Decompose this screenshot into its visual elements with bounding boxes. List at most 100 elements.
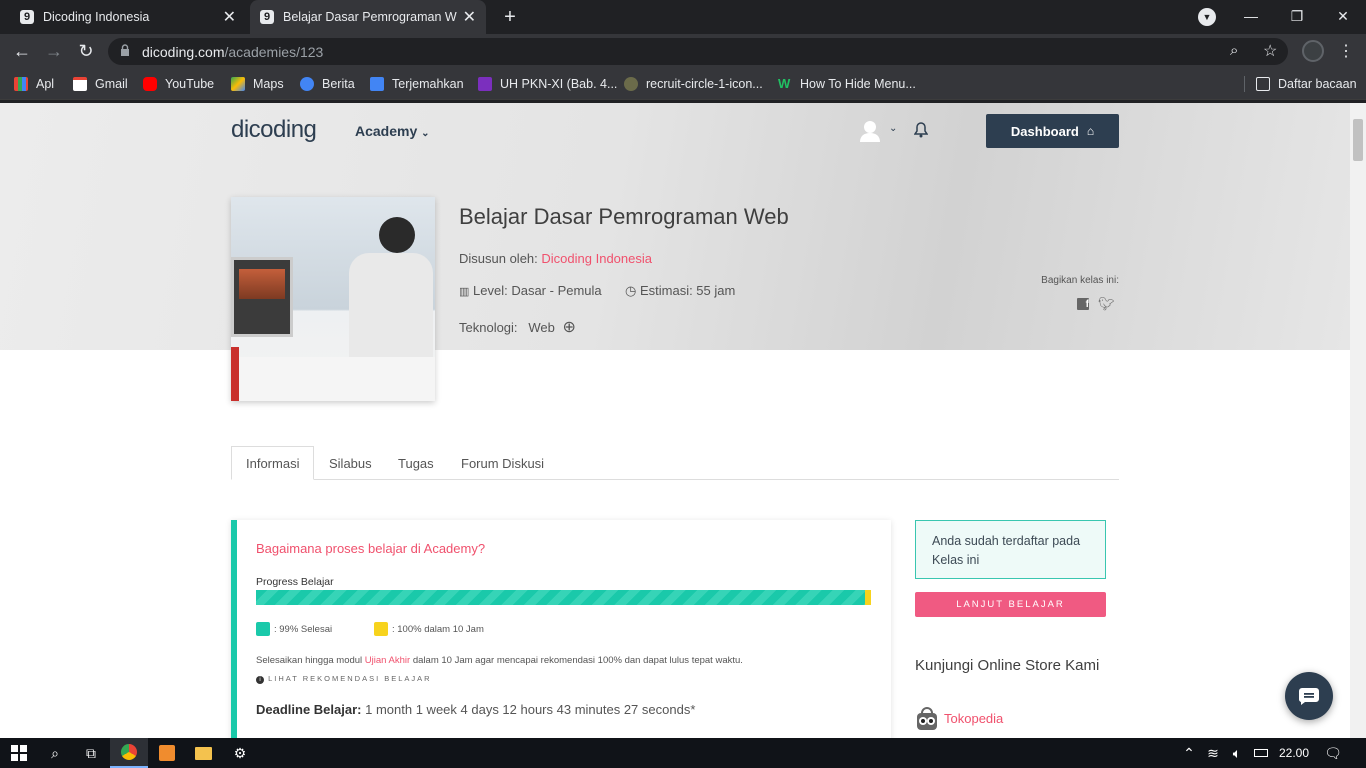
tab-silabus[interactable]: Silabus	[315, 446, 386, 480]
bookmark-star-icon[interactable]: ☆	[1263, 41, 1277, 61]
share-label: Bagikan kelas ini:	[1041, 275, 1119, 286]
battery-icon[interactable]	[1248, 738, 1274, 768]
recruit-icon	[624, 77, 638, 91]
globe-icon: ⊕	[562, 319, 576, 336]
file-explorer-icon[interactable]	[184, 738, 222, 768]
browser-tab-active[interactable]: 9 Belajar Dasar Pemrograman Web ✕	[250, 0, 486, 34]
person-head-illustration	[379, 217, 415, 253]
tab-title: Belajar Dasar Pemrograman Web	[283, 10, 457, 24]
legend-done-swatch	[256, 622, 270, 636]
new-tab-button[interactable]: +	[497, 4, 523, 30]
windows-start-icon[interactable]	[0, 738, 38, 768]
reading-list[interactable]: Daftar bacaan	[1256, 68, 1357, 100]
restore-button[interactable]: ❐	[1274, 0, 1320, 32]
url-path: /academies/123	[224, 43, 324, 60]
bookmark-maps[interactable]: Maps	[231, 68, 284, 100]
bookmark-divider	[1244, 76, 1245, 92]
youtube-icon	[143, 77, 157, 91]
course-title: Belajar Dasar Pemrograman Web	[459, 204, 789, 229]
zoom-icon[interactable]: ⌕	[1230, 42, 1238, 59]
chevron-down-icon[interactable]: ⌄	[889, 123, 897, 134]
bookmark-terjemahkan[interactable]: Terjemahkan	[370, 68, 464, 100]
chat-icon	[1299, 687, 1319, 705]
tab-tugas[interactable]: Tugas	[384, 446, 448, 480]
tokopedia-link[interactable]: Tokopedia	[944, 711, 1003, 726]
browser-toolbar: ← → ↻ dicoding.com/academies/123 ⌕ ☆ ⋮	[0, 34, 1366, 68]
forward-arrow-icon[interactable]: →	[38, 34, 70, 68]
course-tabs: Informasi Silabus Tugas Forum Diskusi	[231, 446, 1119, 480]
scrollbar-thumb[interactable]	[1353, 119, 1363, 161]
url-domain: dicoding.com	[142, 43, 225, 60]
academy-menu[interactable]: Academy ⌄	[355, 123, 430, 139]
home-icon: ⌂	[1086, 124, 1095, 138]
profile-avatar[interactable]	[1302, 40, 1324, 62]
bell-icon[interactable]	[913, 122, 929, 138]
maps-icon	[231, 77, 245, 91]
author-link[interactable]: Dicoding Indonesia	[541, 251, 652, 266]
bar-chart-icon: ▥	[459, 286, 470, 298]
lock-icon	[120, 44, 130, 57]
recommendation-link[interactable]: i LIHAT REKOMENDASI BELAJAR	[256, 674, 432, 684]
tab-search-icon[interactable]: ▼	[1198, 8, 1216, 26]
windows-taskbar: ⌕ ⧉ ⚙ ⌃ ≋ 🔈︎ 22.00 🗨︎	[0, 738, 1366, 768]
web-page: dicoding Academy ⌄ ⌄ Dashboard ⌂ Belajar …	[0, 103, 1350, 738]
browser-tab-strip: 9 Dicoding Indonesia ✕ 9 Belajar Dasar P…	[0, 0, 1366, 34]
translate-icon	[370, 77, 384, 91]
course-technology: Teknologi: Web ⊕	[459, 319, 576, 336]
minimize-button[interactable]: —	[1228, 0, 1274, 32]
tab-informasi[interactable]: Informasi	[231, 446, 315, 480]
bookmark-hide-menu[interactable]: W How To Hide Menu...	[778, 68, 916, 100]
bookmark-gmail[interactable]: Gmail	[73, 68, 128, 100]
deadline: Deadline Belajar: 1 month 1 week 4 days …	[256, 702, 696, 717]
course-thumbnail	[231, 197, 435, 401]
chevron-down-icon: ⌄	[421, 128, 430, 139]
sublime-text-icon[interactable]	[148, 738, 186, 768]
close-window-button[interactable]: ✕	[1320, 0, 1366, 32]
close-tab-icon[interactable]: ✕	[463, 7, 476, 27]
news-icon	[300, 77, 314, 91]
progress-fill	[256, 590, 865, 605]
user-avatar[interactable]	[860, 120, 880, 142]
progress-bar	[256, 590, 871, 605]
reload-icon[interactable]: ↻	[70, 34, 102, 68]
legend-target-swatch	[374, 622, 388, 636]
browser-tab-dicoding[interactable]: 9 Dicoding Indonesia ✕	[10, 0, 246, 34]
w-logo-icon: W	[778, 76, 791, 91]
search-icon[interactable]: ⌕	[36, 738, 74, 768]
task-view-icon[interactable]: ⧉	[72, 738, 110, 768]
bookmark-recruit[interactable]: recruit-circle-1-icon...	[624, 68, 763, 100]
bookmarks-bar: Apl Gmail YouTube Maps Berita Terjemahka…	[0, 68, 1366, 100]
bookmark-uh-pkn[interactable]: UH PKN-XI (Bab. 4...	[478, 68, 617, 100]
address-bar[interactable]: dicoding.com/academies/123 ⌕ ☆	[108, 38, 1324, 65]
apps-grid-icon	[14, 77, 28, 91]
continue-learning-button[interactable]: LANJUT BELAJAR	[915, 592, 1106, 617]
info-icon: i	[256, 676, 264, 684]
volume-icon[interactable]: 🔈︎	[1223, 738, 1251, 768]
chat-bubble-button[interactable]	[1285, 672, 1333, 720]
tab-forum-diskusi[interactable]: Forum Diskusi	[447, 446, 558, 480]
legend-target: : 100% dalam 10 Jam	[392, 624, 484, 635]
legend-done: : 99% Selesai	[274, 624, 333, 635]
chrome-taskbar-icon[interactable]	[110, 738, 148, 768]
clock[interactable]: 22.00	[1274, 738, 1314, 768]
bookmark-apps[interactable]: Apl	[14, 68, 54, 100]
bookmark-youtube[interactable]: YouTube	[143, 68, 214, 100]
learning-note: Selesaikan hingga modul Ujian Akhir dala…	[256, 655, 743, 666]
gmail-icon	[73, 77, 87, 91]
dicoding-logo[interactable]: dicoding	[231, 116, 317, 144]
twitter-icon[interactable]: 🐦︎	[1098, 296, 1115, 312]
close-tab-icon[interactable]: ✕	[223, 7, 236, 27]
dashboard-button[interactable]: Dashboard ⌂	[986, 114, 1119, 148]
enrolled-notice: Anda sudah terdaftar pada Kelas ini	[915, 520, 1106, 579]
ujian-akhir-link[interactable]: Ujian Akhir	[365, 655, 410, 666]
page-scrollbar[interactable]	[1350, 103, 1366, 738]
menu-dots-icon[interactable]: ⋮	[1338, 41, 1354, 61]
settings-gear-icon[interactable]: ⚙	[221, 738, 259, 768]
back-arrow-icon[interactable]: ←	[6, 34, 38, 68]
tab-title: Dicoding Indonesia	[43, 10, 150, 24]
course-author: Disusun oleh: Dicoding Indonesia	[459, 251, 652, 266]
bookmark-berita[interactable]: Berita	[300, 68, 355, 100]
dicoding-favicon-icon: 9	[20, 10, 34, 24]
notification-center-icon[interactable]: 🗨︎	[1316, 738, 1350, 768]
facebook-icon[interactable]: f	[1077, 298, 1089, 310]
